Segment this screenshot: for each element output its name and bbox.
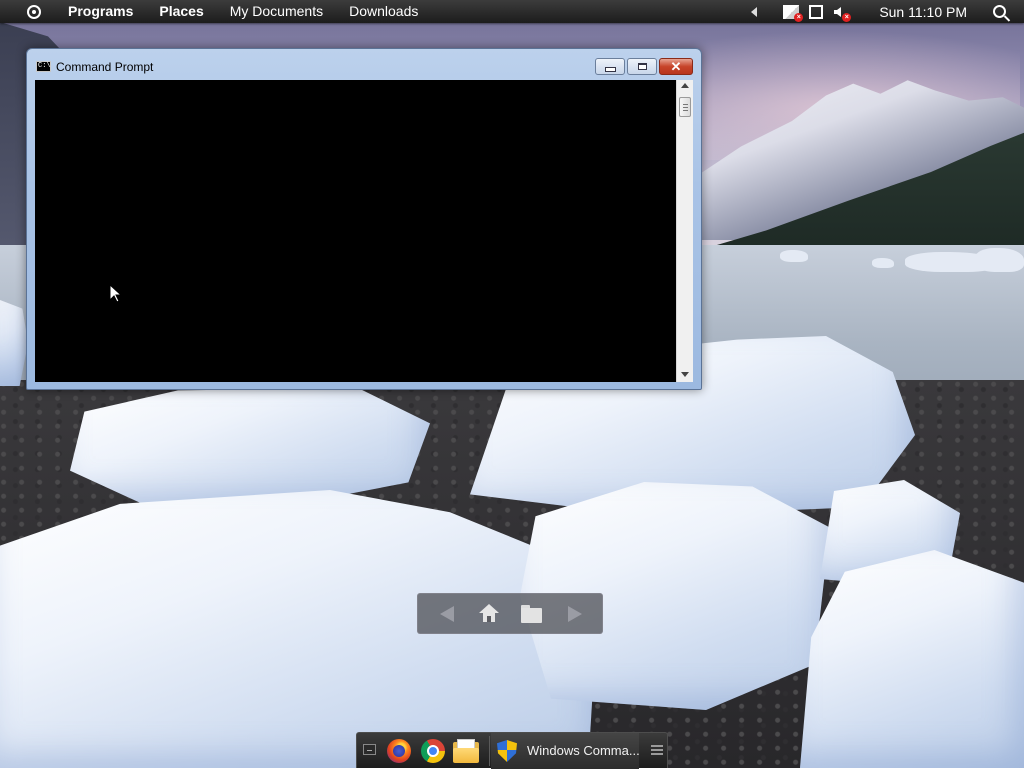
vertical-scrollbar[interactable] <box>676 80 693 382</box>
back-arrow-shape <box>440 606 454 622</box>
scroll-down-arrow-icon[interactable] <box>681 372 689 377</box>
cmd-icon[interactable]: C:\ <box>36 61 51 72</box>
expand-arrow-icon[interactable] <box>751 6 758 17</box>
ice-floe <box>780 250 808 262</box>
close-icon: ✕ <box>670 59 682 74</box>
search-icon[interactable] <box>993 5 1006 18</box>
grip-line <box>683 104 688 105</box>
grip-line <box>683 107 688 108</box>
hamburger-line <box>651 749 663 751</box>
window-titlebar[interactable]: C:\ Command Prompt ✕ <box>27 49 701 79</box>
home-roof <box>479 604 499 613</box>
caption-buttons: ✕ <box>593 58 693 75</box>
dock-separator <box>489 736 490 766</box>
flag-alert-icon[interactable]: × <box>783 4 804 22</box>
home-door <box>487 616 491 622</box>
ice-floe <box>872 258 894 268</box>
maximize-button[interactable] <box>627 58 657 75</box>
hamburger-line <box>651 753 663 755</box>
minimize-icon <box>604 67 616 72</box>
files-icon[interactable] <box>453 739 479 763</box>
network-disconnected-icon[interactable] <box>809 4 824 19</box>
downloads-link[interactable]: Downloads <box>336 0 431 23</box>
circle-dot-icon[interactable] <box>24 2 44 22</box>
my-documents-link[interactable]: My Documents <box>217 0 336 23</box>
home-icon[interactable] <box>478 604 500 624</box>
maximize-icon <box>637 63 647 70</box>
top-panel: Programs Places My Documents Downloads ×… <box>0 0 1024 23</box>
forward-arrow-icon[interactable] <box>564 604 586 624</box>
task-button-command-prompt[interactable]: Windows Comma... <box>491 733 640 769</box>
forward-arrow-shape <box>568 606 582 622</box>
minimize-button[interactable] <box>595 58 625 75</box>
mute-badge: × <box>842 12 852 22</box>
scroll-up-arrow-icon[interactable] <box>681 83 689 88</box>
scroll-thumb[interactable] <box>679 97 691 117</box>
error-badge: × <box>794 12 804 22</box>
ice-block <box>70 388 430 506</box>
ice-floe <box>975 248 1024 272</box>
show-desktop-icon[interactable] <box>363 744 376 755</box>
folder-body <box>521 608 542 623</box>
grip-line <box>683 110 688 111</box>
cmd-icon-text: C:\ <box>38 62 51 70</box>
system-tray: × × Sun 11:10 PM <box>751 0 1024 23</box>
hamburger-icon[interactable] <box>651 745 663 756</box>
back-arrow-icon[interactable] <box>436 604 458 624</box>
volume-muted-icon[interactable]: × <box>833 5 852 22</box>
menu-dot <box>32 9 36 14</box>
places-menu[interactable]: Places <box>146 0 216 23</box>
floating-navigator <box>417 593 603 634</box>
firefox-icon[interactable] <box>387 739 411 763</box>
hamburger-line <box>651 745 663 747</box>
clock[interactable]: Sun 11:10 PM <box>879 4 967 20</box>
window-title: Command Prompt <box>56 60 154 74</box>
dock-taskbar: Windows Comma... <box>356 732 668 769</box>
programs-menu[interactable]: Programs <box>55 0 146 23</box>
menu-ring <box>27 4 41 19</box>
close-button[interactable]: ✕ <box>659 58 693 75</box>
mouse-pointer-icon <box>110 285 122 303</box>
chrome-icon[interactable] <box>421 739 445 763</box>
console-output-area[interactable] <box>35 80 676 382</box>
folder-icon[interactable] <box>520 604 542 624</box>
command-prompt-window[interactable]: C:\ Command Prompt ✕ <box>26 48 702 390</box>
shield-icon <box>497 740 517 762</box>
task-label: Windows Comma... <box>527 743 640 758</box>
folder-front <box>453 748 479 763</box>
